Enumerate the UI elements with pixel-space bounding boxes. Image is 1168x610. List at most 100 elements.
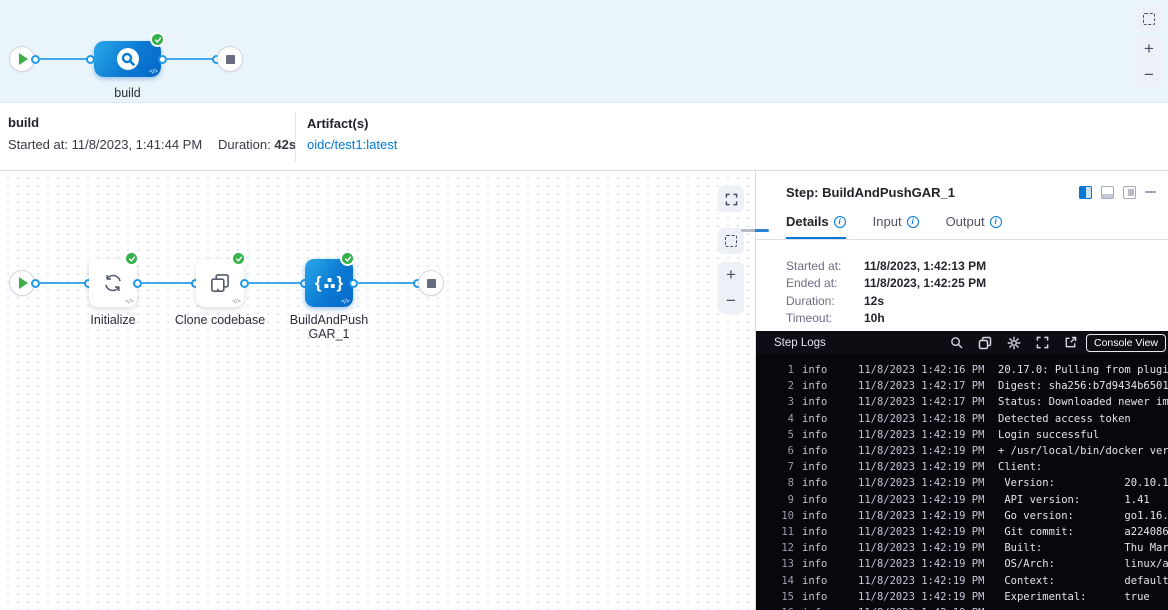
log-line-number: 11 bbox=[770, 524, 794, 540]
log-line: 4 info 11/8/2023 1:42:18 PM Detected acc… bbox=[770, 411, 1168, 427]
log-line: 11 info 11/8/2023 1:42:19 PM Git commit:… bbox=[770, 524, 1168, 540]
log-message: Digest: sha256:b7d9434b65010f038f8ec bbox=[998, 378, 1168, 394]
selection-marquee-icon bbox=[725, 235, 737, 247]
log-line: 7 info 11/8/2023 1:42:19 PM Client: bbox=[770, 459, 1168, 475]
zoom-out-button[interactable]: − bbox=[1136, 62, 1162, 88]
conditional-execution-icon: </> bbox=[125, 298, 133, 305]
layout-right-panel-icon[interactable] bbox=[1123, 186, 1136, 199]
step-node-initialize[interactable]: </> bbox=[89, 259, 137, 307]
step-logs-title: Step Logs bbox=[774, 337, 950, 349]
log-line-number: 9 bbox=[770, 492, 794, 508]
tab-details[interactable]: Details i bbox=[786, 214, 846, 239]
log-level: info bbox=[802, 378, 830, 394]
play-icon bbox=[19, 277, 28, 289]
zoom-in-button[interactable]: + bbox=[718, 262, 744, 288]
log-line-number: 4 bbox=[770, 411, 794, 427]
log-timestamp: 11/8/2023 1:42:16 PM bbox=[858, 362, 984, 378]
step-node-clone-codebase[interactable]: </> bbox=[196, 259, 244, 307]
panel-resize-handle[interactable] bbox=[741, 229, 769, 232]
step-node-buildandpushgar[interactable]: { } </> bbox=[305, 259, 353, 307]
search-icon[interactable] bbox=[950, 336, 963, 349]
stop-icon bbox=[427, 279, 436, 288]
execution-canvas[interactable]: </> </> { bbox=[0, 171, 755, 610]
info-icon[interactable]: i bbox=[907, 216, 919, 228]
detail-value: 11/8/2023, 1:42:13 PM bbox=[864, 259, 986, 273]
log-message: API version: 1.41 bbox=[998, 492, 1168, 508]
layout-bottom-panel-icon[interactable] bbox=[1101, 186, 1114, 199]
success-check-icon bbox=[231, 251, 246, 266]
log-line-number: 14 bbox=[770, 573, 794, 589]
selection-mode-button[interactable] bbox=[718, 228, 744, 254]
stop-icon bbox=[226, 55, 235, 64]
console-view-button[interactable]: Console View bbox=[1086, 334, 1166, 352]
log-line-number: 10 bbox=[770, 508, 794, 524]
panel-header: Step: BuildAndPushGAR_1 bbox=[756, 171, 1168, 203]
fullscreen-button[interactable] bbox=[718, 186, 744, 212]
detail-row: Timeout: 10h bbox=[786, 310, 1168, 328]
log-timestamp: 11/8/2023 1:42:19 PM bbox=[858, 443, 984, 459]
log-line-number: 6 bbox=[770, 443, 794, 459]
log-line: 14 info 11/8/2023 1:42:19 PM Context: de… bbox=[770, 573, 1168, 589]
log-line-number: 7 bbox=[770, 459, 794, 475]
detail-value: 11/8/2023, 1:42:25 PM bbox=[864, 276, 986, 290]
log-level: info bbox=[802, 524, 830, 540]
artifact-link[interactable]: oidc/test1:latest bbox=[307, 137, 397, 152]
log-message: Status: Downloaded newer image for p bbox=[998, 394, 1168, 410]
success-check-icon bbox=[150, 32, 165, 47]
conditional-execution-icon: </> bbox=[149, 68, 157, 75]
step-logs-console[interactable]: 1 info 11/8/2023 1:42:16 PM 20.17.0: Pul… bbox=[756, 354, 1168, 610]
log-line: 5 info 11/8/2023 1:42:19 PM Login succes… bbox=[770, 427, 1168, 443]
stage-started-at: Started at: 11/8/2023, 1:41:44 PM bbox=[8, 137, 202, 152]
log-line: 15 info 11/8/2023 1:42:19 PM Experimenta… bbox=[770, 589, 1168, 605]
log-message: Git commit: a224086 bbox=[998, 524, 1168, 540]
gar-braces-icon: { } bbox=[315, 273, 343, 293]
log-timestamp: 11/8/2023 1:42:19 PM bbox=[858, 605, 984, 610]
stage-info-title: build bbox=[8, 115, 39, 130]
zoom-in-button[interactable]: + bbox=[1136, 36, 1162, 62]
duration-value: 42s bbox=[274, 137, 296, 152]
detail-row: Started at: 11/8/2023, 1:42:13 PM bbox=[786, 257, 1168, 275]
log-timestamp: 11/8/2023 1:42:19 PM bbox=[858, 459, 984, 475]
minimize-icon[interactable] bbox=[1145, 191, 1156, 193]
tab-input[interactable]: Input i bbox=[873, 214, 919, 239]
log-line: 2 info 11/8/2023 1:42:17 PM Digest: sha2… bbox=[770, 378, 1168, 394]
log-message: Context: default bbox=[998, 573, 1168, 589]
step-label-initialize: Initialize bbox=[63, 313, 163, 327]
info-icon[interactable]: i bbox=[834, 216, 846, 228]
pipeline-end-node[interactable] bbox=[217, 46, 243, 72]
tab-label: Input bbox=[873, 214, 902, 229]
log-timestamp: 11/8/2023 1:42:19 PM bbox=[858, 589, 984, 605]
zoom-out-button[interactable]: − bbox=[718, 288, 744, 314]
stage-info-bar: build Started at: 11/8/2023, 1:41:44 PM … bbox=[0, 104, 1168, 171]
log-message: Client: bbox=[998, 459, 1168, 475]
log-level: info bbox=[802, 508, 830, 524]
stage-node-build[interactable]: </> bbox=[94, 41, 161, 77]
gear-icon[interactable] bbox=[1007, 336, 1021, 350]
conditional-execution-icon: </> bbox=[232, 298, 240, 305]
log-line: 3 info 11/8/2023 1:42:17 PM Status: Down… bbox=[770, 394, 1168, 410]
edge-line bbox=[39, 282, 85, 284]
stage-duration: Duration: 42s bbox=[218, 137, 296, 152]
graph-end-node[interactable] bbox=[418, 270, 444, 296]
log-timestamp: 11/8/2023 1:42:19 PM bbox=[858, 556, 984, 572]
step-details-list: Started at: 11/8/2023, 1:42:13 PM Ended … bbox=[756, 240, 1168, 331]
step-logs-header: Step Logs bbox=[756, 331, 1168, 354]
log-line: 6 info 11/8/2023 1:42:19 PM + /usr/local… bbox=[770, 443, 1168, 459]
copy-icon[interactable] bbox=[978, 336, 992, 350]
success-check-icon bbox=[124, 251, 139, 266]
info-icon[interactable]: i bbox=[990, 216, 1002, 228]
edge-line bbox=[357, 282, 415, 284]
stage-graph-banner: </> build + − bbox=[0, 0, 1168, 103]
log-message: + /usr/local/bin/docker version bbox=[998, 443, 1168, 459]
layout-left-panel-icon[interactable] bbox=[1079, 186, 1092, 199]
step-tabs: Details i Input i Output i bbox=[756, 203, 1168, 240]
log-level: info bbox=[802, 475, 830, 491]
tab-output[interactable]: Output i bbox=[946, 214, 1002, 239]
selection-mode-button[interactable] bbox=[1136, 6, 1162, 32]
log-timestamp: 11/8/2023 1:42:19 PM bbox=[858, 427, 984, 443]
expand-icon[interactable] bbox=[1036, 336, 1049, 349]
success-check-icon bbox=[340, 251, 355, 266]
log-timestamp: 11/8/2023 1:42:19 PM bbox=[858, 540, 984, 556]
open-external-icon[interactable] bbox=[1064, 336, 1077, 349]
log-line: 1 info 11/8/2023 1:42:16 PM 20.17.0: Pul… bbox=[770, 362, 1168, 378]
